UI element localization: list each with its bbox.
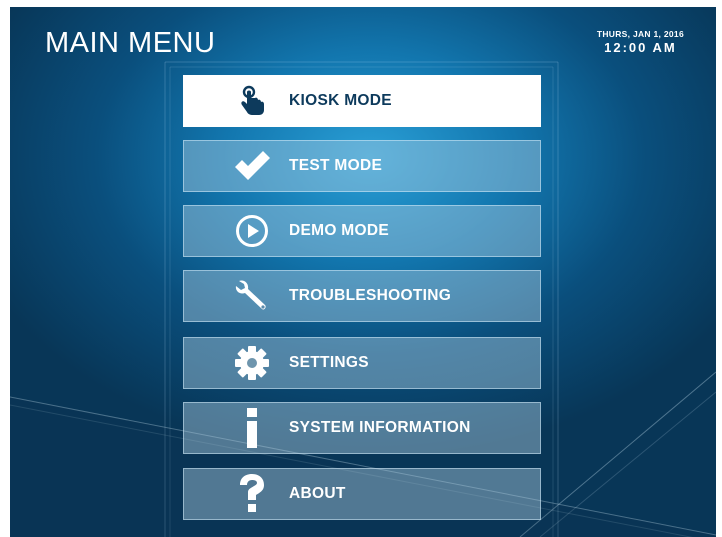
menu-item-label: KIOSK MODE — [289, 92, 392, 109]
menu-item-label: TROUBLESHOOTING — [289, 287, 452, 304]
menu-item-test-mode[interactable]: TEST MODE — [183, 140, 541, 192]
touch-icon — [232, 81, 272, 121]
menu-item-settings[interactable]: SETTINGS — [183, 337, 541, 389]
menu-item-demo-mode[interactable]: DEMO MODE — [183, 205, 541, 257]
menu-item-troubleshooting[interactable]: TROUBLESHOOTING — [183, 270, 541, 322]
menu-item-label: SETTINGS — [289, 354, 369, 371]
page-title: MAIN MENU — [45, 27, 216, 59]
menu-item-system-information[interactable]: SYSTEM INFORMATION — [183, 402, 541, 454]
checkmark-icon — [232, 146, 272, 186]
menu-item-label: DEMO MODE — [289, 222, 390, 239]
menu-item-label: TEST MODE — [289, 157, 383, 174]
gear-icon — [232, 343, 272, 383]
menu-item-label: SYSTEM INFORMATION — [289, 419, 471, 436]
clock-time: 12:00 AM — [604, 40, 677, 55]
clock: THURS, JAN 1, 2016 12:00 AM — [597, 29, 684, 55]
wrench-icon — [232, 276, 272, 316]
play-icon — [232, 211, 272, 251]
main-menu-screen: MAIN MENU THURS, JAN 1, 2016 12:00 AM KI… — [10, 7, 716, 537]
menu-item-kiosk-mode[interactable]: KIOSK MODE — [183, 75, 541, 127]
question-icon — [232, 474, 272, 514]
menu-item-about[interactable]: ABOUT — [183, 468, 541, 520]
clock-date: THURS, JAN 1, 2016 — [596, 29, 684, 39]
info-icon — [232, 408, 272, 448]
menu-item-label: ABOUT — [289, 485, 346, 502]
